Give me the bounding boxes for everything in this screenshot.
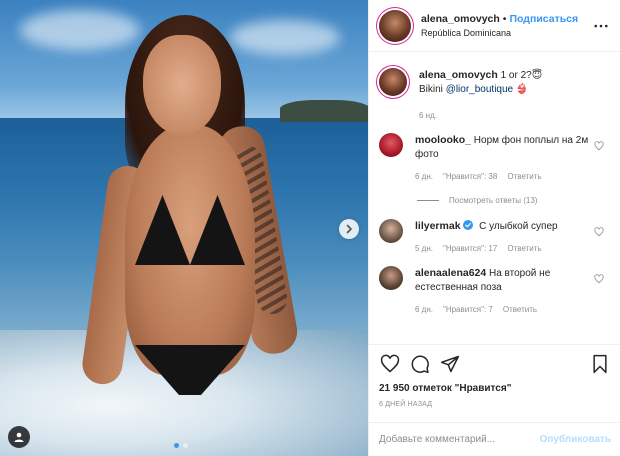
comment-item: alenaalena624 На второй не естественная … <box>379 266 610 317</box>
post-date[interactable]: 6 ДНЕЙ НАЗАД <box>379 401 611 408</box>
post-location[interactable]: República Dominicana <box>421 26 592 40</box>
caption-avatar[interactable] <box>379 68 407 96</box>
add-comment-bar: Опубликовать <box>369 422 620 456</box>
carousel-next-button[interactable] <box>339 219 359 239</box>
caption-body: alena_omovych 1 or 2?😇 Bikini @lior_bout… <box>419 68 542 123</box>
heart-icon <box>380 354 400 373</box>
comment-input[interactable] <box>379 434 540 445</box>
like-button[interactable] <box>379 353 401 375</box>
likes-count[interactable]: 21 950 отметок "Нравится" <box>379 383 611 394</box>
author-avatar[interactable] <box>379 9 411 42</box>
commenter-username[interactable]: lilyermak <box>415 220 461 232</box>
post-side-panel: alena_omovych • Подписаться República Domi… <box>368 0 620 456</box>
caption-text-prefix: Bikini <box>419 84 443 95</box>
comment-time[interactable]: 5 дн. <box>415 242 433 256</box>
photo-island <box>280 100 368 122</box>
comment-reply-button[interactable]: Ответить <box>503 303 537 317</box>
view-replies-label: Посмотреть ответы (13) <box>449 196 538 205</box>
caption-username[interactable]: alena_omovych <box>419 69 498 81</box>
comment-likes[interactable]: "Нравится": 38 <box>443 170 497 184</box>
publish-button[interactable]: Опубликовать <box>540 434 611 445</box>
follow-button[interactable]: Подписаться <box>509 13 578 25</box>
comment-item: moolooko_ Норм фон поплыл на 2м фото 6 д… <box>379 133 610 184</box>
view-replies-button[interactable]: Посмотреть ответы (13) <box>417 196 610 205</box>
comment-reply-button[interactable]: Ответить <box>507 242 541 256</box>
comments-list[interactable]: alena_omovych 1 or 2?😇 Bikini @lior_bout… <box>369 52 620 344</box>
more-options-button[interactable] <box>592 17 610 35</box>
comment-likes[interactable]: "Нравится": 17 <box>443 242 497 256</box>
replies-divider <box>417 200 439 201</box>
carousel-dot-active <box>174 443 179 448</box>
bookmark-icon <box>593 354 607 374</box>
heart-icon[interactable] <box>594 141 604 151</box>
user-icon <box>14 432 24 442</box>
comment-time[interactable]: 6 дн. <box>415 170 433 184</box>
photo-person <box>79 15 301 415</box>
commenter-username[interactable]: moolooko_ <box>415 134 471 146</box>
more-horizontal-icon <box>594 24 608 27</box>
header-separator: • <box>502 13 507 25</box>
comment-body: moolooko_ Норм фон поплыл на 2м фото 6 д… <box>415 133 595 184</box>
person-head <box>143 35 221 135</box>
verified-badge-icon <box>463 220 474 230</box>
heart-icon[interactable] <box>594 227 604 237</box>
post-caption: alena_omovych 1 or 2?😇 Bikini @lior_bout… <box>379 68 610 123</box>
commenter-avatar[interactable] <box>379 266 403 290</box>
comment-meta: 6 дн. "Нравится": 38 Ответить <box>415 170 595 184</box>
comment-meta: 5 дн. "Нравится": 17 Ответить <box>415 242 595 256</box>
comment-body: alenaalena624 На второй не естественная … <box>415 266 595 317</box>
heart-icon[interactable] <box>594 274 604 284</box>
commenter-avatar[interactable] <box>379 219 403 243</box>
chevron-right-icon <box>346 224 352 234</box>
caption-mention-link[interactable]: @lior_boutique <box>446 84 513 95</box>
caption-text-line1: 1 or 2?😇 <box>500 70 543 81</box>
save-button[interactable] <box>589 353 611 375</box>
commenter-avatar[interactable] <box>379 133 403 157</box>
comment-item: lilyermak С улыбкой супер 5 дн. "Нравитс… <box>379 219 610 256</box>
commenter-username[interactable]: alenaalena624 <box>415 267 486 279</box>
author-username[interactable]: alena_omovych <box>421 13 500 25</box>
action-bar <box>379 353 611 375</box>
author-info: alena_omovych • Подписаться República Domi… <box>421 11 592 40</box>
comment-reply-button[interactable]: Ответить <box>507 170 541 184</box>
post-photo[interactable] <box>0 0 368 456</box>
carousel-dot <box>183 443 188 448</box>
comment-button[interactable] <box>409 353 431 375</box>
caption-time: 6 нд. <box>419 111 437 120</box>
post-header: alena_omovych • Подписаться República Domi… <box>369 0 620 52</box>
caption-text-suffix: 👙 <box>515 84 529 95</box>
comment-bubble-icon <box>411 355 429 374</box>
share-button[interactable] <box>439 353 461 375</box>
comment-meta: 6 дн. "Нравится": 7 Ответить <box>415 303 595 317</box>
comment-text: С улыбкой супер <box>479 221 558 232</box>
instagram-post: alena_omovych • Подписаться República Domi… <box>0 0 620 456</box>
carousel-dots <box>174 443 188 448</box>
comment-body: lilyermak С улыбкой супер 5 дн. "Нравитс… <box>415 219 595 256</box>
comment-time[interactable]: 6 дн. <box>415 303 433 317</box>
post-actions: 21 950 отметок "Нравится" 6 ДНЕЙ НАЗАД <box>369 344 620 408</box>
comment-likes[interactable]: "Нравится": 7 <box>443 303 493 317</box>
paper-plane-icon <box>440 355 460 373</box>
tagged-users-button[interactable] <box>8 426 30 448</box>
